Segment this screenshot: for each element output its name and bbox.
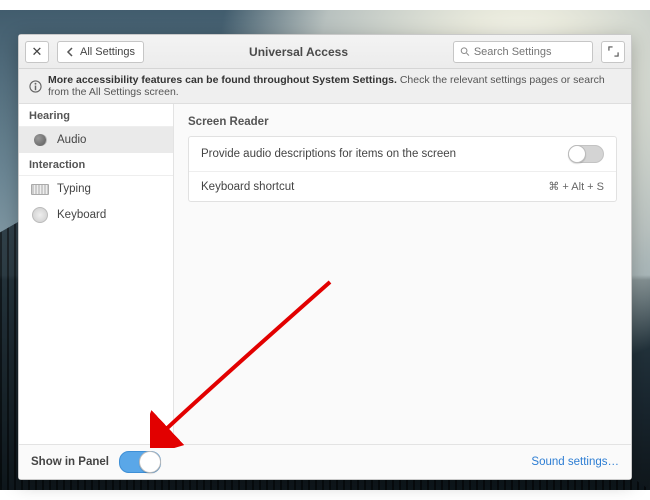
arrow-left-icon	[66, 47, 76, 57]
search-field[interactable]	[453, 41, 593, 63]
sidebar-item-label: Keyboard	[57, 209, 106, 221]
keyboard-small-icon	[31, 182, 49, 196]
settings-list: Provide audio descriptions for items on …	[188, 136, 617, 202]
search-input[interactable]	[474, 46, 586, 58]
banner-text: More accessibility features can be found…	[48, 74, 621, 98]
sidebar-category-hearing: Hearing	[19, 104, 173, 127]
row-keyboard-shortcut[interactable]: Keyboard shortcut ⌘ + Alt + S	[189, 171, 616, 201]
settings-window: ✕ All Settings Universal Access More acc…	[18, 34, 632, 480]
close-icon: ✕	[32, 44, 43, 60]
maximize-button[interactable]	[601, 41, 625, 63]
row-label: Provide audio descriptions for items on …	[201, 148, 456, 160]
sidebar-item-label: Audio	[57, 134, 86, 146]
audio-descriptions-toggle[interactable]	[568, 145, 604, 163]
footer: Show in Panel Sound settings…	[19, 444, 631, 479]
row-label: Keyboard shortcut	[201, 181, 294, 193]
maximize-icon	[608, 46, 619, 57]
back-label: All Settings	[80, 46, 135, 58]
shortcut-value: ⌘ + Alt + S	[548, 180, 604, 193]
search-icon	[460, 46, 470, 57]
window-body: Hearing Audio Interaction Typing Keyboar…	[19, 104, 631, 444]
main-pane: Screen Reader Provide audio descriptions…	[174, 104, 631, 444]
close-button[interactable]: ✕	[25, 41, 49, 63]
show-in-panel-label: Show in Panel	[31, 456, 109, 468]
titlebar: ✕ All Settings Universal Access	[19, 35, 631, 69]
sidebar-item-audio[interactable]: Audio	[19, 127, 173, 153]
sidebar-item-keyboard[interactable]: Keyboard	[19, 202, 173, 228]
keyboard-icon	[31, 208, 49, 222]
sidebar-item-typing[interactable]: Typing	[19, 176, 173, 202]
speaker-icon	[31, 133, 49, 147]
show-in-panel-toggle[interactable]	[119, 451, 161, 473]
info-banner: More accessibility features can be found…	[19, 69, 631, 104]
sidebar-item-label: Typing	[57, 183, 91, 195]
back-all-settings-button[interactable]: All Settings	[57, 41, 144, 63]
section-title-screen-reader: Screen Reader	[188, 116, 617, 128]
sidebar-category-interaction: Interaction	[19, 153, 173, 176]
info-icon	[29, 80, 42, 93]
window-title: Universal Access	[249, 45, 348, 59]
sidebar: Hearing Audio Interaction Typing Keyboar…	[19, 104, 174, 444]
sound-settings-link[interactable]: Sound settings…	[531, 456, 619, 468]
row-audio-descriptions: Provide audio descriptions for items on …	[189, 137, 616, 171]
